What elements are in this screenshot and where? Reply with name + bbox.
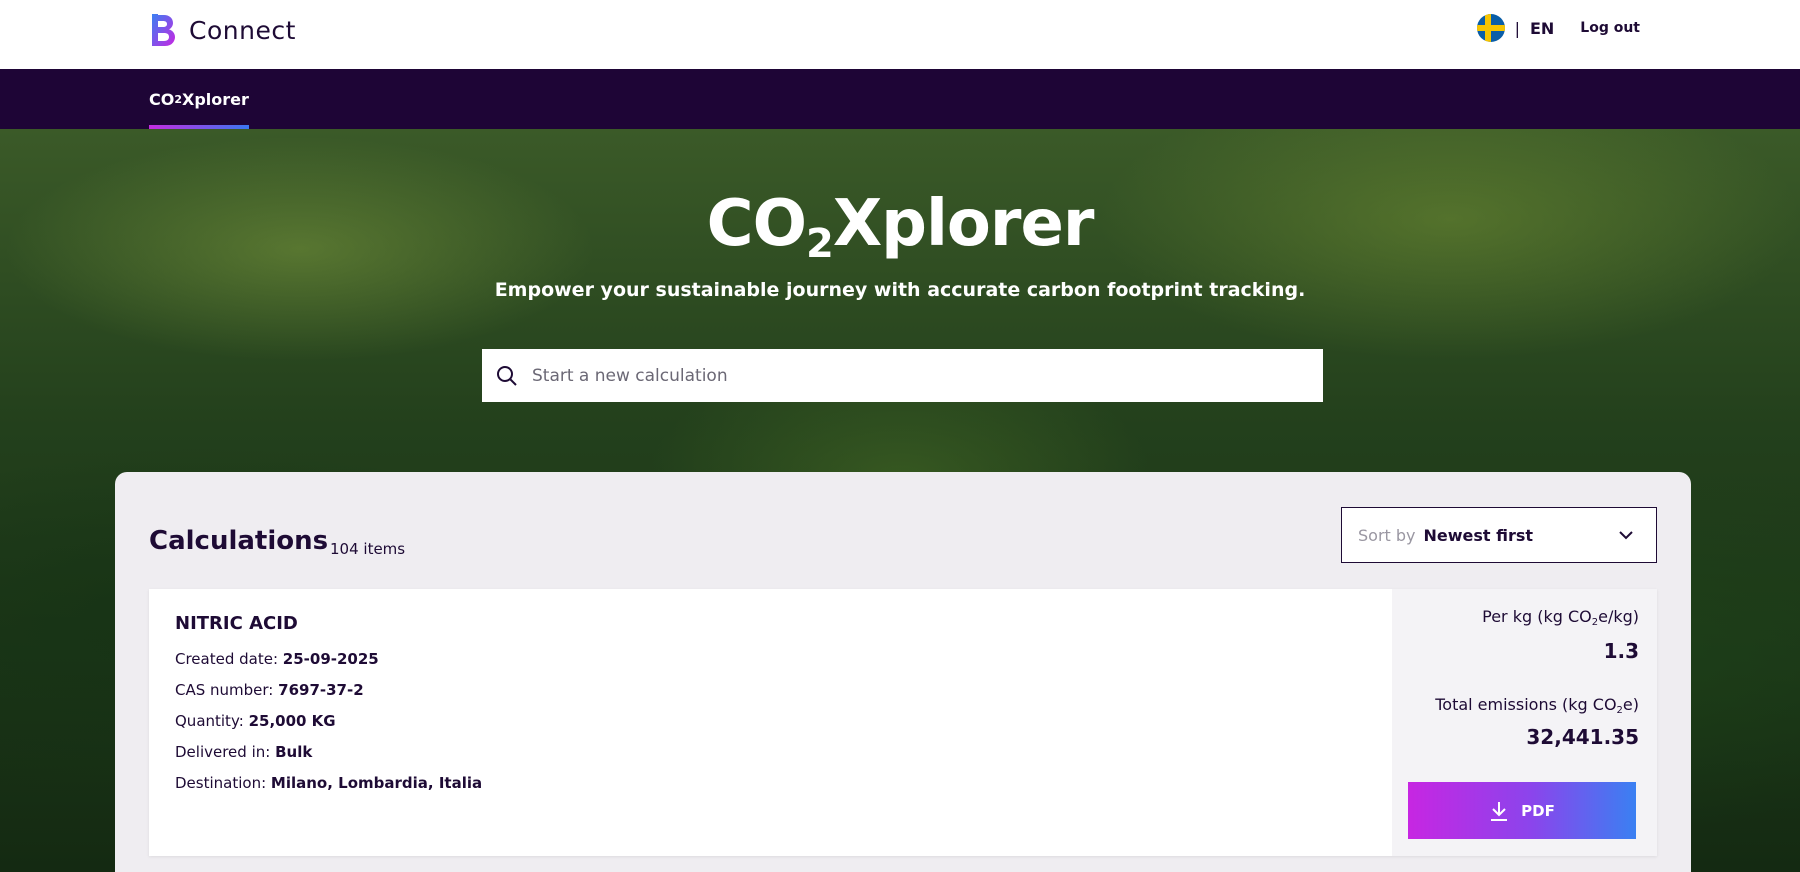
total-label-prefix: Total emissions (kg CO [1435, 695, 1617, 714]
cas-number-label: CAS number: [175, 681, 274, 699]
delivered-in: Delivered in: Bulk [175, 743, 1366, 763]
sort-dropdown[interactable]: Sort by Newest first [1341, 507, 1657, 563]
chevron-down-icon [1619, 531, 1633, 540]
cas-number-value: 7697-37-2 [278, 681, 364, 699]
calculations-title: Calculations [149, 526, 329, 556]
sort-value: Newest first [1423, 525, 1534, 545]
quantity-label: Quantity: [175, 712, 244, 730]
quantity: Quantity: 25,000 KG [175, 712, 1366, 732]
language-selector[interactable]: EN [1530, 19, 1554, 38]
sweden-flag-icon[interactable] [1476, 14, 1505, 42]
calculation-card[interactable]: NITRIC ACID Created date: 25-09-2025 CAS… [149, 589, 1657, 856]
calculation-details: NITRIC ACID Created date: 25-09-2025 CAS… [149, 589, 1392, 856]
hero-title: CO2Xplorer [0, 187, 1800, 267]
hero-section: CO2Xplorer Empower your sustainable jour… [0, 129, 1800, 872]
language-separator: | [1514, 18, 1520, 38]
created-date-label: Created date: [175, 650, 279, 668]
brand-name: Connect [189, 15, 296, 45]
brand[interactable]: Connect [149, 12, 296, 48]
per-kg-label-suffix: e/kg) [1598, 607, 1639, 626]
product-name: NITRIC ACID [175, 613, 298, 634]
sort-label: Sort by [1358, 525, 1416, 545]
connect-logo-icon [152, 14, 175, 46]
header-actions: | EN Log out [1476, 14, 1640, 42]
nav-bar: CO 2 Xplorer [0, 69, 1800, 129]
top-bar: Connect | EN Log out [0, 0, 1800, 69]
logout-link[interactable]: Log out [1580, 20, 1640, 36]
total-emissions-value: 32,441.35 [1526, 725, 1639, 749]
tab-label-suffix: Xplorer [182, 89, 249, 109]
search-icon [497, 365, 517, 386]
total-label-suffix: e) [1622, 695, 1639, 714]
per-kg-value: 1.3 [1603, 639, 1639, 663]
created-date-value: 25-09-2025 [282, 650, 379, 668]
download-icon [1491, 801, 1508, 821]
hero-title-suffix: Xplorer [832, 187, 1095, 261]
destination: Destination: Milano, Lombardia, Italia [175, 774, 1366, 794]
delivered-in-value: Bulk [275, 743, 313, 761]
tab-label-prefix: CO [149, 89, 175, 109]
hero-subtitle: Empower your sustainable journey with ac… [494, 279, 1306, 301]
emissions-summary: Per kg (kg CO2e/kg) 1.3 Total emissions … [1392, 589, 1657, 856]
per-kg-label-prefix: Per kg (kg CO [1482, 607, 1592, 626]
search-input[interactable] [532, 365, 1323, 386]
quantity-value: 25,000 KG [248, 712, 336, 730]
created-date: Created date: 25-09-2025 [175, 650, 1366, 670]
destination-value: Milano, Lombardia, Italia [270, 774, 483, 792]
search-bar[interactable] [482, 349, 1323, 402]
pdf-download-button[interactable]: PDF [1408, 782, 1636, 839]
destination-label: Destination: [175, 774, 267, 792]
tab-co2xplorer[interactable]: CO 2 Xplorer [149, 69, 249, 129]
hero-title-sub: 2 [805, 221, 834, 267]
hero-title-prefix: CO [706, 187, 807, 261]
cas-number: CAS number: 7697-37-2 [175, 681, 1366, 701]
pdf-button-label: PDF [1521, 801, 1555, 820]
calculations-panel: Calculations 104 items Sort by Newest fi… [115, 472, 1691, 872]
delivered-in-label: Delivered in: [175, 743, 271, 761]
calculations-count: 104 items [330, 540, 406, 558]
tab-label-sub: 2 [174, 92, 182, 106]
per-kg-label: Per kg (kg CO2e/kg) [1482, 607, 1639, 628]
total-emissions-label: Total emissions (kg CO2e) [1435, 695, 1639, 716]
